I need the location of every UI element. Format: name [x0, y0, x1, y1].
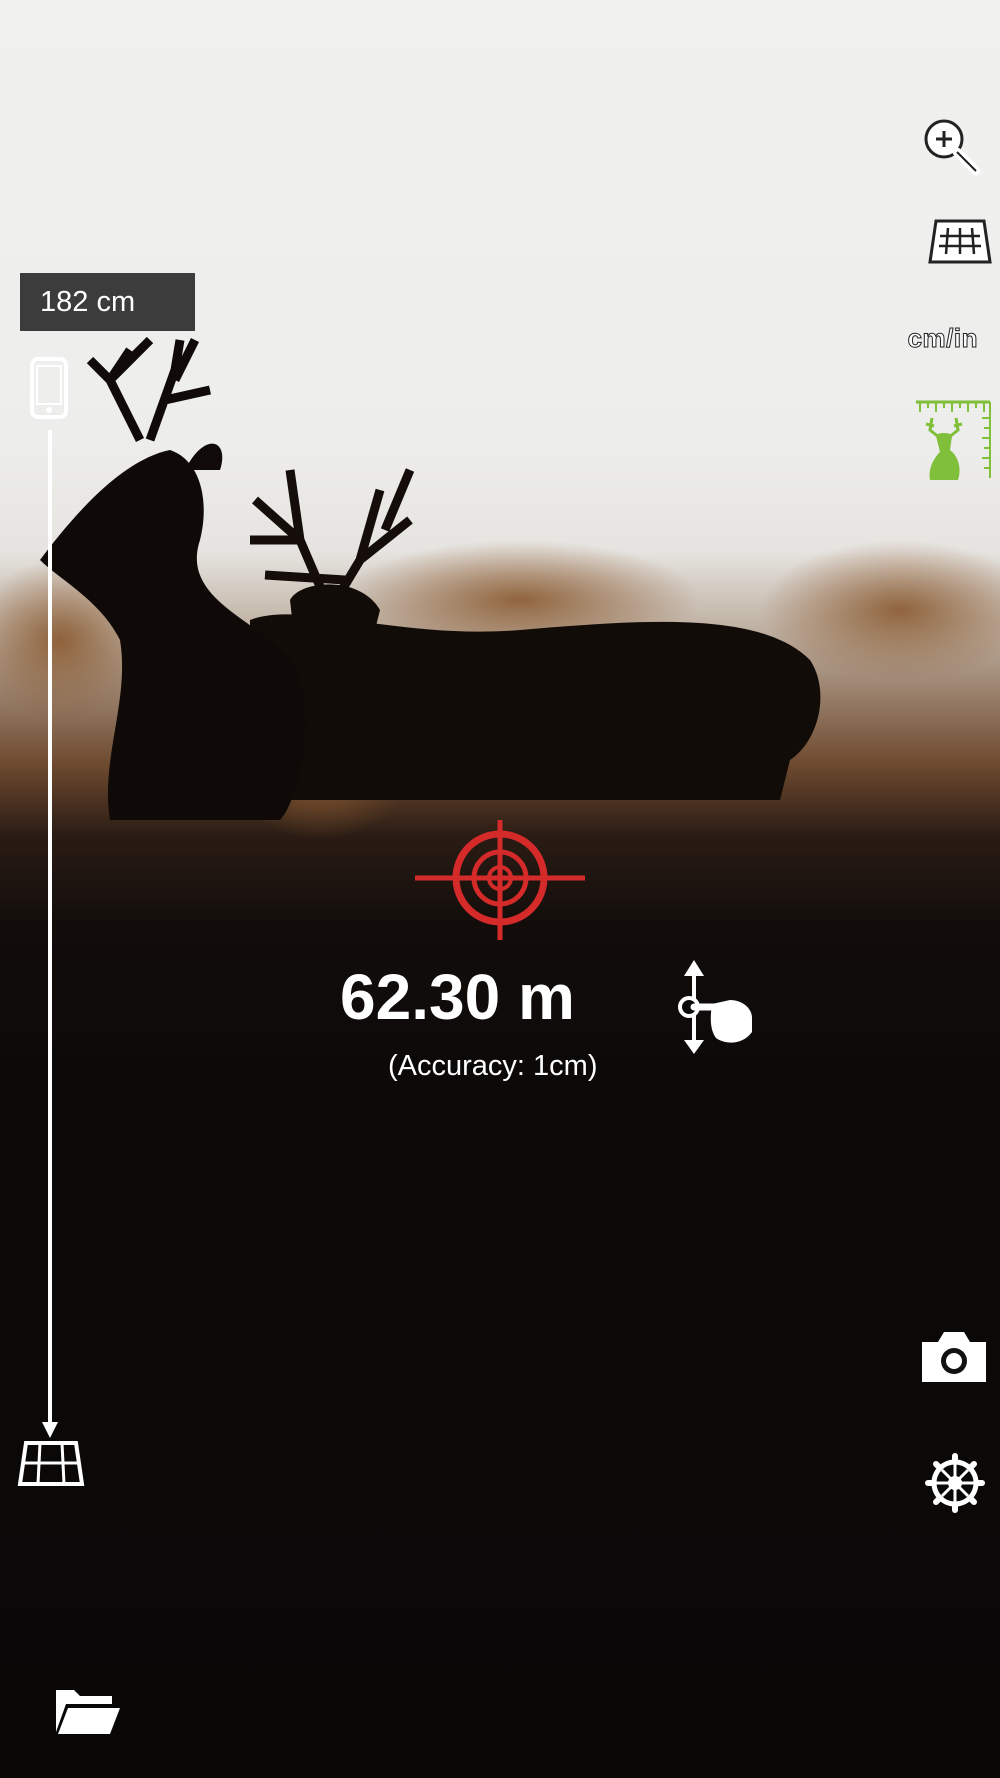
deer-ear	[185, 443, 223, 470]
ground-plane-icon[interactable]	[926, 218, 994, 266]
zoom-icon[interactable]	[920, 115, 982, 177]
deer-antlers-front	[86, 336, 211, 443]
accuracy-label: (Accuracy: 1cm)	[388, 1050, 598, 1082]
deer-ruler-icon[interactable]	[912, 398, 994, 482]
gear-icon[interactable]	[924, 1452, 986, 1514]
rangefinder-screen: 182 cm cm/in 62.30 m (Accuracy: 1cm)	[0, 0, 1000, 1778]
drag-hand-icon[interactable]	[672, 958, 756, 1054]
distance-value: 62.30 m	[340, 961, 575, 1033]
camera-height-badge[interactable]: 182 cm	[20, 273, 195, 331]
phone-icon	[30, 357, 68, 419]
ground-grid-icon[interactable]	[16, 1440, 86, 1488]
folder-icon[interactable]	[52, 1682, 122, 1738]
unit-toggle[interactable]: cm/in	[907, 323, 978, 354]
height-indicator-line	[42, 430, 58, 1438]
camera-icon[interactable]	[918, 1330, 990, 1384]
crosshair-icon	[415, 820, 585, 940]
